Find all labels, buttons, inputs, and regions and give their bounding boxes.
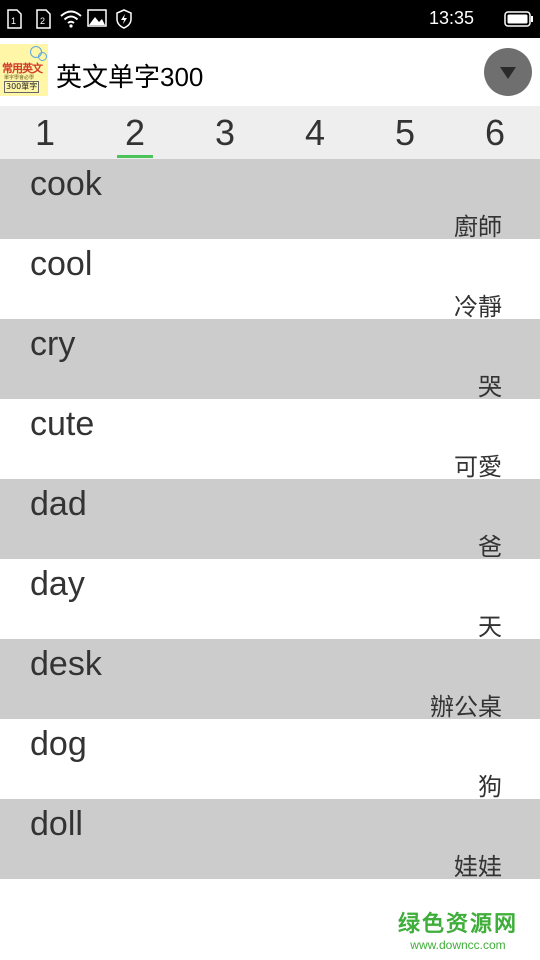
chinese-translation: 辦公桌 [430, 693, 502, 721]
english-word: cool [30, 245, 93, 283]
chinese-translation: 娃娃 [454, 853, 502, 881]
tab-1[interactable]: 1 [0, 106, 90, 160]
tab-label: 1 [34, 112, 56, 153]
tab-label: 3 [214, 112, 236, 153]
tab-3[interactable]: 3 [180, 106, 270, 160]
chinese-translation: 天 [478, 613, 502, 641]
word-row[interactable]: dad 爸 [0, 479, 540, 561]
logo-badge-text: 300單字 [4, 81, 40, 93]
word-row[interactable]: desk 辦公桌 [0, 639, 540, 721]
english-word: desk [30, 645, 102, 683]
english-word: doll [30, 805, 83, 843]
word-row[interactable]: cook 廚師 [0, 159, 540, 241]
active-tab-indicator [117, 155, 153, 158]
tab-label: 4 [304, 112, 326, 153]
tab-label: 5 [394, 112, 416, 153]
watermark-url: www.downcc.com [410, 938, 506, 952]
app-logo: 常用英文 單字學會必學 300單字 [0, 44, 48, 96]
watermark: 绿色资源网 www.downcc.com [398, 906, 518, 952]
watermark-text: 绿色资源网 [397, 912, 518, 937]
dropdown-arrow-icon [500, 67, 516, 79]
word-row[interactable]: doll 娃娃 [0, 799, 540, 881]
chinese-translation: 冷靜 [454, 293, 502, 321]
logo-subtext: 單字學會必學 [4, 75, 35, 81]
chinese-translation: 可愛 [454, 453, 502, 481]
english-word: dad [30, 485, 87, 523]
word-row[interactable]: dog 狗 [0, 719, 540, 801]
word-row[interactable]: cool 冷靜 [0, 239, 540, 321]
gallery-notification-icon [87, 9, 107, 31]
sim1-label: 1 [11, 16, 16, 26]
english-word: cute [30, 405, 95, 443]
word-list: cook 廚師 cool 冷靜 cry 哭 cute 可愛 dad 爸 day … [0, 159, 540, 881]
status-bar: 1 2 13:35 [0, 0, 540, 38]
app-bar: 常用英文 單字學會必學 300單字 英文单字300 [0, 38, 540, 106]
chinese-translation: 廚師 [454, 213, 502, 241]
word-row[interactable]: cute 可愛 [0, 399, 540, 481]
english-word: cry [30, 325, 76, 363]
wifi-icon [60, 10, 82, 32]
battery-icon [504, 10, 534, 32]
sim-card-icon: 1 [6, 9, 22, 33]
english-word: dog [30, 725, 87, 763]
sim-card-icon: 2 [35, 9, 51, 33]
chinese-translation: 爸 [478, 533, 502, 561]
english-word: day [30, 565, 85, 603]
security-shield-icon [115, 9, 133, 33]
tab-5[interactable]: 5 [360, 106, 450, 160]
tab-2[interactable]: 2 [90, 106, 180, 160]
word-row[interactable]: day 天 [0, 559, 540, 641]
tab-label: 2 [124, 112, 146, 153]
app-title: 英文单字300 [56, 62, 204, 92]
word-row[interactable]: cry 哭 [0, 319, 540, 401]
sim2-label: 2 [40, 16, 45, 26]
english-word: cook [30, 165, 102, 203]
tab-label: 6 [484, 112, 506, 153]
chinese-translation: 狗 [478, 773, 502, 801]
chinese-translation: 哭 [478, 373, 502, 401]
tab-6[interactable]: 6 [450, 106, 540, 160]
tab-bar: 1 2 3 4 5 6 [0, 106, 540, 160]
dropdown-menu-button[interactable] [484, 48, 532, 96]
tab-4[interactable]: 4 [270, 106, 360, 160]
status-time: 13:35 [428, 8, 474, 28]
